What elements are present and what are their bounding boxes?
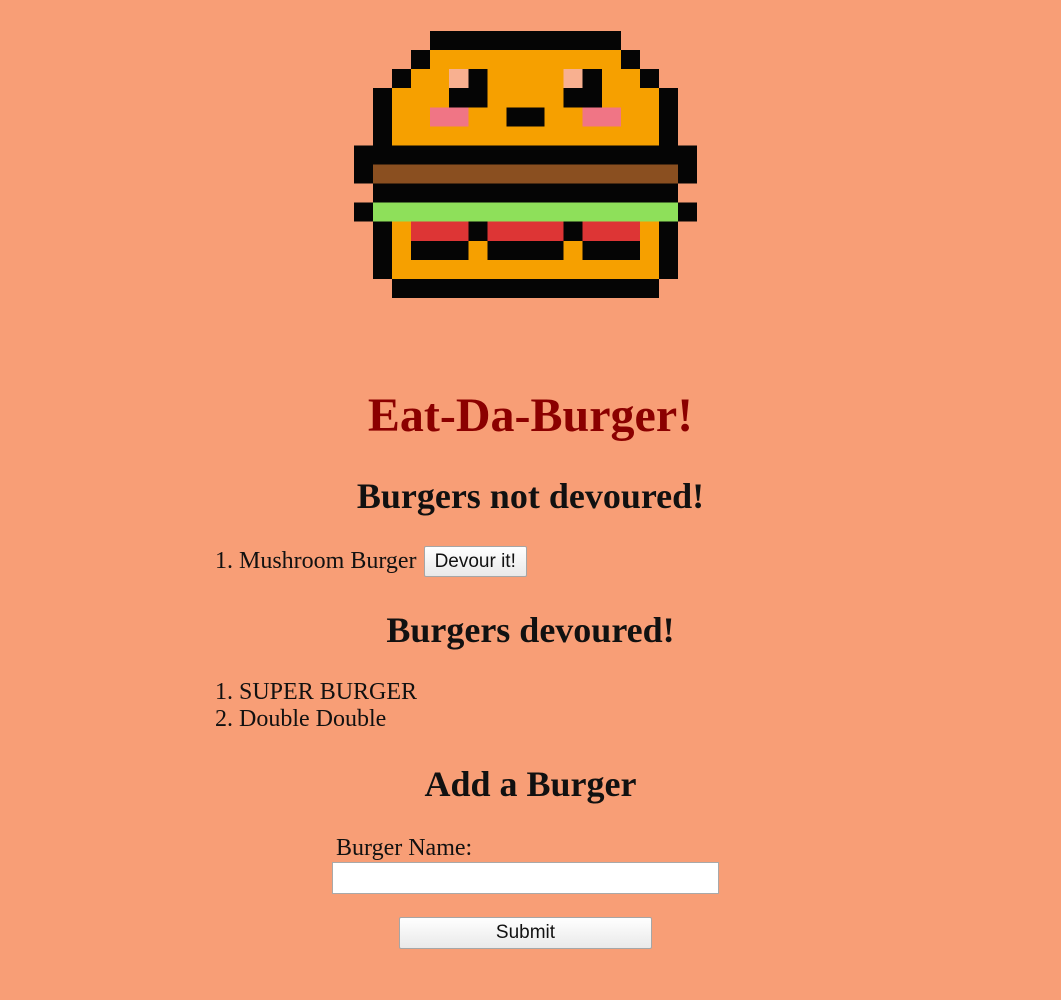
list-item: 2. Double Double — [215, 706, 417, 733]
burger-name: Double Double — [239, 706, 387, 732]
submit-button[interactable]: Submit — [399, 917, 652, 949]
page-title: Eat-Da-Burger! — [367, 389, 694, 442]
patty — [372, 164, 679, 184]
list-item-number: 1. — [215, 548, 233, 574]
list-item: 1. SUPER BURGER — [215, 679, 417, 706]
lettuce — [372, 202, 679, 222]
burger-name-input[interactable] — [332, 862, 719, 894]
list-item-number: 1. — [215, 679, 233, 705]
burger-name-label: Burger Name: — [336, 835, 473, 861]
bun-top — [392, 50, 659, 146]
devour-button[interactable]: Devour it! — [423, 546, 527, 577]
burger-name: Mushroom Burger — [239, 548, 417, 574]
list-item-number: 2. — [215, 706, 233, 732]
not-devoured-list: 1. Mushroom Burger Devour it! — [215, 546, 527, 577]
tomato — [411, 221, 640, 241]
list-item: 1. Mushroom Burger Devour it! — [215, 546, 527, 577]
devoured-list: 1. SUPER BURGER 2. Double Double — [215, 679, 417, 733]
add-burger-heading: Add a Burger — [424, 764, 637, 804]
burger-name: SUPER BURGER — [239, 679, 418, 705]
burger-logo-icon — [353, 31, 698, 298]
not-devoured-heading: Burgers not devoured! — [356, 476, 705, 516]
devoured-heading: Burgers devoured! — [386, 610, 675, 650]
